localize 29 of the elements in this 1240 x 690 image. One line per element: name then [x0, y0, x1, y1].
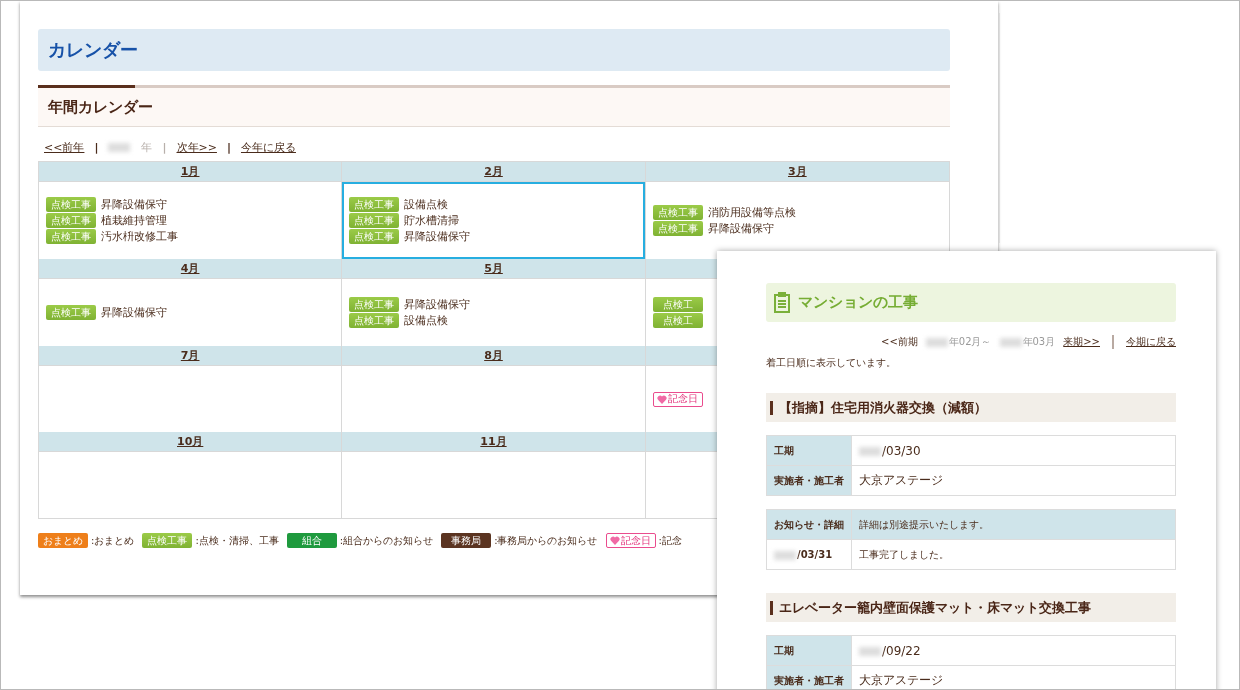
- sort-note: 着工日順に表示しています。: [766, 356, 897, 370]
- notice-date: /03/31: [766, 539, 852, 570]
- notice-summary: 詳細は別途提示いたします。: [851, 509, 1176, 540]
- field-value: /09/22: [851, 635, 1176, 666]
- legend-text: :点検・清掃、工事: [195, 533, 279, 548]
- separator: |: [226, 140, 231, 154]
- panel-title: マンションの工事: [798, 293, 918, 312]
- field-value: /03/30: [851, 435, 1176, 466]
- field-value: 大京アステージ: [851, 465, 1176, 496]
- prev-period-text: <<前期: [881, 335, 918, 349]
- legend-text: :記念: [658, 533, 682, 548]
- field-label: お知らせ・詳細: [766, 509, 852, 540]
- legend-text: :おまとめ: [91, 533, 135, 548]
- legend-text: :組合からのお知らせ: [339, 533, 434, 548]
- section-title: 年間カレンダー: [48, 97, 153, 117]
- notice-text: 工事完了しました。: [851, 539, 1176, 570]
- separator: |: [94, 140, 99, 154]
- period-text: 年02月～: [948, 336, 992, 347]
- page-title: カレンダー: [48, 38, 138, 62]
- current-year: 年: [141, 139, 153, 155]
- field-label: 工期: [766, 435, 852, 466]
- field-label: 工期: [766, 635, 852, 666]
- legend-text: :事務局からのお知らせ: [494, 533, 598, 548]
- field-label: 実施者・施工者: [766, 665, 852, 689]
- separator: |: [162, 140, 167, 154]
- period-text: 年03月: [1022, 336, 1056, 347]
- work-title: エレベーター籠内壁面保護マット・床マット交換工事: [779, 598, 1091, 617]
- work-title: 【指摘】住宅用消火器交換（減額）: [779, 398, 987, 417]
- field-label: 実施者・施工者: [766, 465, 852, 496]
